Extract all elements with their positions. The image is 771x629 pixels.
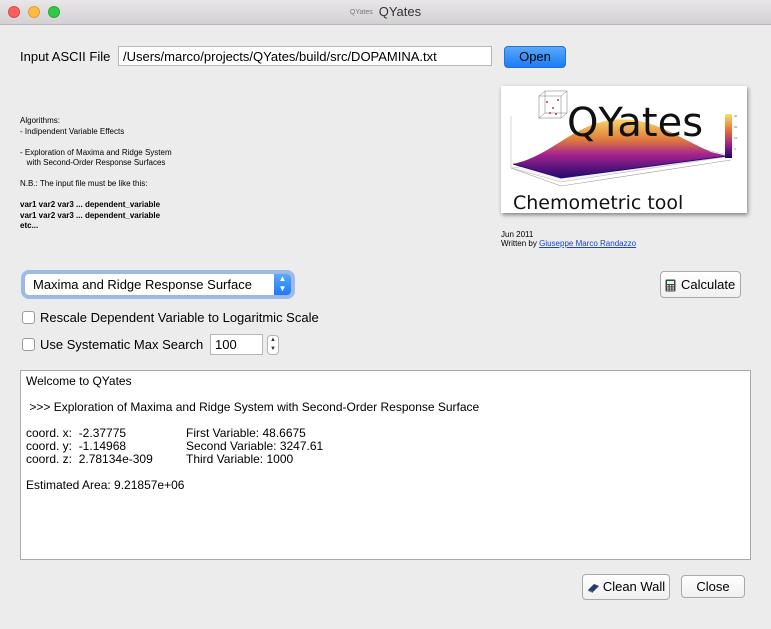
coord-row-x: coord. x: -2.37775 First Variable: 48.66… <box>26 427 745 440</box>
calculator-icon <box>665 279 676 292</box>
input-file-label: Input ASCII File <box>20 49 111 64</box>
calculate-button[interactable]: Calculate <box>660 271 741 298</box>
rescale-label: Rescale Dependent Variable to Logaritmic… <box>40 310 319 325</box>
systematic-max-input[interactable]: 100 <box>210 334 263 355</box>
qyates-logo: 30 20 10 0 QYates Chemometric tool <box>501 86 747 214</box>
stepper-down-icon[interactable]: ▼ <box>270 346 276 352</box>
logo-subtitle: Chemometric tool <box>513 192 683 213</box>
window-title: QYates <box>378 4 422 19</box>
info-line: - Indipendent Variable Effects <box>20 126 125 136</box>
open-button[interactable]: Open <box>504 46 566 68</box>
output-welcome: Welcome to QYates <box>26 374 132 388</box>
info-line: var1 var2 var3 ... dependent_variable <box>20 210 161 220</box>
rescale-checkbox[interactable] <box>22 311 35 324</box>
title-bar: QYates QYates <box>0 0 771 25</box>
info-line: with Second-Order Response Surfaces <box>20 158 166 167</box>
app-icon: QYates <box>349 9 373 17</box>
systematic-search-label: Use Systematic Max Search <box>40 337 204 352</box>
output-area: Estimated Area: 9.21857e+06 <box>26 478 185 492</box>
info-line: Algorithms: <box>20 116 61 125</box>
algorithm-select[interactable]: Maxima and Ridge Response Surface ▲ ▼ <box>24 273 292 296</box>
written-by-label: Written by <box>501 239 537 248</box>
algorithms-info: Algorithms: - Indipendent Variable Effec… <box>20 116 172 232</box>
logo-surface-graphic: 30 20 10 0 QYates Chemometric tool <box>510 90 738 214</box>
output-heading: >>> Exploration of Maxima and Ridge Syst… <box>26 400 480 414</box>
clean-wall-label: Clean Wall <box>602 579 666 594</box>
output-text-area[interactable]: Welcome to QYates >>> Exploration of Max… <box>20 370 751 560</box>
credits-author-line: Written by Giuseppe Marco Randazzo <box>501 239 636 248</box>
stepper-up-icon[interactable]: ▲ <box>270 337 276 343</box>
info-line: etc... <box>20 221 39 230</box>
svg-text:10: 10 <box>734 136 738 140</box>
window-title-wrap: QYates QYates <box>0 4 771 19</box>
author-link[interactable]: Giuseppe Marco Randazzo <box>539 239 636 248</box>
calculate-label: Calculate <box>681 277 736 292</box>
svg-text:0: 0 <box>734 147 736 151</box>
variable-value: Third Variable: 1000 <box>186 452 294 466</box>
systematic-max-stepper[interactable]: ▲ ▼ <box>267 335 279 355</box>
logo-title: QYates <box>567 100 703 146</box>
svg-text:30: 30 <box>734 114 738 118</box>
info-line <box>20 190 172 201</box>
credits-date: Jun 2011 <box>501 230 534 239</box>
algorithm-select-value: Maxima and Ridge Response Surface <box>33 277 252 292</box>
info-line: - Exploration of Maxima and Ridge System <box>20 147 172 157</box>
coord-value: coord. z: 2.78134e-309 <box>26 452 153 466</box>
coord-row-z: coord. z: 2.78134e-309 Third Variable: 1… <box>26 453 745 466</box>
clean-wall-button[interactable]: Clean Wall <box>582 574 670 600</box>
select-arrows-icon: ▲ ▼ <box>274 274 291 295</box>
info-line: var1 var2 var3 ... dependent_variable <box>20 200 161 209</box>
close-button[interactable]: Close <box>681 575 745 598</box>
info-line <box>20 169 172 180</box>
info-line: N.B.: The input file must be like this: <box>20 179 148 188</box>
systematic-search-checkbox[interactable] <box>22 338 35 351</box>
info-line <box>20 137 172 148</box>
svg-text:20: 20 <box>734 125 738 129</box>
input-file-path-field[interactable] <box>118 46 492 66</box>
eraser-icon <box>587 583 599 593</box>
credits: Jun 2011 Written by Giuseppe Marco Randa… <box>501 230 636 248</box>
